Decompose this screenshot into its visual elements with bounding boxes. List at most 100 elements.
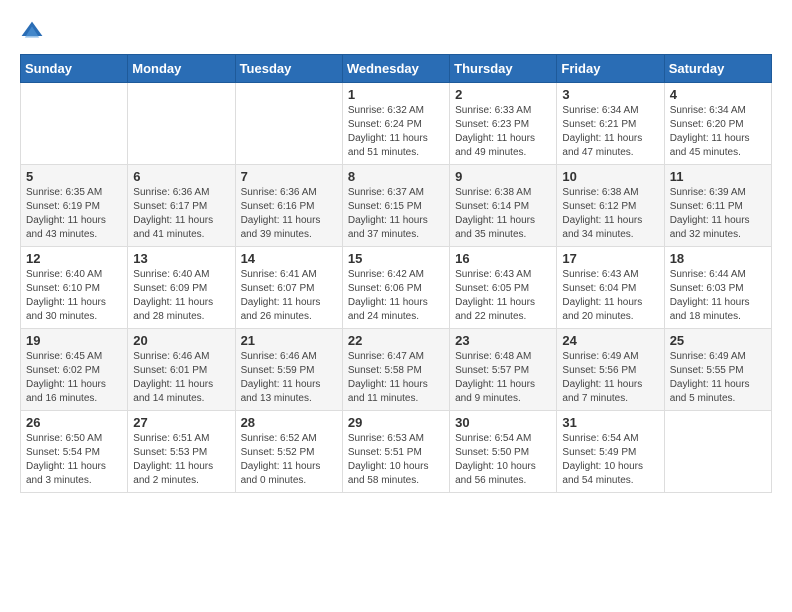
calendar-cell: 15 Sunrise: 6:42 AM Sunset: 6:06 PM Dayli… (342, 247, 449, 329)
day-info: Sunrise: 6:33 AM Sunset: 6:23 PM Dayligh… (455, 104, 551, 160)
day-of-week-header: Thursday (450, 55, 557, 83)
day-info: Sunrise: 6:43 AM Sunset: 6:05 PM Dayligh… (455, 268, 551, 324)
calendar-cell: 4 Sunrise: 6:34 AM Sunset: 6:20 PM Daylig… (664, 83, 771, 165)
calendar-cell: 29 Sunrise: 6:53 AM Sunset: 5:51 PM Dayli… (342, 411, 449, 493)
day-number: 28 (241, 415, 337, 430)
calendar-cell (21, 83, 128, 165)
day-number: 15 (348, 251, 444, 266)
day-number: 5 (26, 169, 122, 184)
calendar-cell: 13 Sunrise: 6:40 AM Sunset: 6:09 PM Dayli… (128, 247, 235, 329)
calendar-cell: 1 Sunrise: 6:32 AM Sunset: 6:24 PM Daylig… (342, 83, 449, 165)
calendar-cell: 7Sunrise: 6:36 AM Sunset: 6:16 PM Daylig… (235, 165, 342, 247)
day-info: Sunrise: 6:49 AM Sunset: 5:55 PM Dayligh… (670, 350, 766, 406)
day-of-week-header: Wednesday (342, 55, 449, 83)
calendar-cell: 10 Sunrise: 6:38 AM Sunset: 6:12 PM Dayli… (557, 165, 664, 247)
calendar-cell: 6 Sunrise: 6:36 AM Sunset: 6:17 PM Daylig… (128, 165, 235, 247)
day-number: 23 (455, 333, 551, 348)
day-info: Sunrise: 6:38 AM Sunset: 6:12 PM Dayligh… (562, 186, 658, 242)
day-number: 3 (562, 87, 658, 102)
day-info: Sunrise: 6:44 AM Sunset: 6:03 PM Dayligh… (670, 268, 766, 324)
calendar-cell: 2 Sunrise: 6:33 AM Sunset: 6:23 PM Daylig… (450, 83, 557, 165)
day-number: 16 (455, 251, 551, 266)
day-of-week-header: Sunday (21, 55, 128, 83)
calendar-cell: 20Sunrise: 6:46 AM Sunset: 6:01 PM Dayli… (128, 329, 235, 411)
day-info: Sunrise: 6:43 AM Sunset: 6:04 PM Dayligh… (562, 268, 658, 324)
day-info: Sunrise: 6:40 AM Sunset: 6:09 PM Dayligh… (133, 268, 229, 324)
day-info: Sunrise: 6:54 AM Sunset: 5:50 PM Dayligh… (455, 432, 551, 488)
calendar-cell: 22 Sunrise: 6:47 AM Sunset: 5:58 PM Dayli… (342, 329, 449, 411)
day-number: 17 (562, 251, 658, 266)
calendar-cell: 25 Sunrise: 6:49 AM Sunset: 5:55 PM Dayli… (664, 329, 771, 411)
day-number: 13 (133, 251, 229, 266)
calendar-week-row: 19 Sunrise: 6:45 AM Sunset: 6:02 PM Dayli… (21, 329, 772, 411)
calendar-cell (235, 83, 342, 165)
day-number: 2 (455, 87, 551, 102)
day-info: Sunrise: 6:36 AM Sunset: 6:17 PM Dayligh… (133, 186, 229, 242)
page-header (20, 20, 772, 44)
calendar-cell: 11 Sunrise: 6:39 AM Sunset: 6:11 PM Dayli… (664, 165, 771, 247)
calendar-cell: 28 Sunrise: 6:52 AM Sunset: 5:52 PM Dayli… (235, 411, 342, 493)
day-info: Sunrise: 6:40 AM Sunset: 6:10 PM Dayligh… (26, 268, 122, 324)
day-number: 29 (348, 415, 444, 430)
calendar-week-row: 12 Sunrise: 6:40 AM Sunset: 6:10 PM Dayli… (21, 247, 772, 329)
day-number: 4 (670, 87, 766, 102)
day-info: Sunrise: 6:45 AM Sunset: 6:02 PM Dayligh… (26, 350, 122, 406)
day-of-week-header: Friday (557, 55, 664, 83)
calendar-cell: 19 Sunrise: 6:45 AM Sunset: 6:02 PM Dayli… (21, 329, 128, 411)
calendar-cell: 21 Sunrise: 6:46 AM Sunset: 5:59 PM Dayli… (235, 329, 342, 411)
calendar-week-row: 1 Sunrise: 6:32 AM Sunset: 6:24 PM Daylig… (21, 83, 772, 165)
day-info: Sunrise: 6:53 AM Sunset: 5:51 PM Dayligh… (348, 432, 444, 488)
calendar-cell: 3 Sunrise: 6:34 AM Sunset: 6:21 PM Daylig… (557, 83, 664, 165)
day-number: 9 (455, 169, 551, 184)
day-info: Sunrise: 6:50 AM Sunset: 5:54 PM Dayligh… (26, 432, 122, 488)
calendar-cell: 27 Sunrise: 6:51 AM Sunset: 5:53 PM Dayli… (128, 411, 235, 493)
calendar-cell: 26 Sunrise: 6:50 AM Sunset: 5:54 PM Dayli… (21, 411, 128, 493)
day-number: 26 (26, 415, 122, 430)
calendar-cell: 16 Sunrise: 6:43 AM Sunset: 6:05 PM Dayli… (450, 247, 557, 329)
calendar-cell: 9Sunrise: 6:38 AM Sunset: 6:14 PM Daylig… (450, 165, 557, 247)
day-number: 18 (670, 251, 766, 266)
day-number: 19 (26, 333, 122, 348)
day-info: Sunrise: 6:54 AM Sunset: 5:49 PM Dayligh… (562, 432, 658, 488)
day-info: Sunrise: 6:52 AM Sunset: 5:52 PM Dayligh… (241, 432, 337, 488)
day-info: Sunrise: 6:35 AM Sunset: 6:19 PM Dayligh… (26, 186, 122, 242)
day-number: 31 (562, 415, 658, 430)
day-of-week-header: Monday (128, 55, 235, 83)
calendar-cell: 23 Sunrise: 6:48 AM Sunset: 5:57 PM Dayli… (450, 329, 557, 411)
day-number: 10 (562, 169, 658, 184)
day-info: Sunrise: 6:51 AM Sunset: 5:53 PM Dayligh… (133, 432, 229, 488)
day-info: Sunrise: 6:37 AM Sunset: 6:15 PM Dayligh… (348, 186, 444, 242)
day-number: 30 (455, 415, 551, 430)
calendar-cell: 5 Sunrise: 6:35 AM Sunset: 6:19 PM Daylig… (21, 165, 128, 247)
day-number: 27 (133, 415, 229, 430)
day-info: Sunrise: 6:42 AM Sunset: 6:06 PM Dayligh… (348, 268, 444, 324)
day-info: Sunrise: 6:34 AM Sunset: 6:21 PM Dayligh… (562, 104, 658, 160)
day-info: Sunrise: 6:36 AM Sunset: 6:16 PM Dayligh… (241, 186, 337, 242)
calendar-cell (128, 83, 235, 165)
day-number: 21 (241, 333, 337, 348)
day-number: 1 (348, 87, 444, 102)
day-of-week-header: Tuesday (235, 55, 342, 83)
calendar-header-row: SundayMondayTuesdayWednesdayThursdayFrid… (21, 55, 772, 83)
calendar-cell: 17 Sunrise: 6:43 AM Sunset: 6:04 PM Dayli… (557, 247, 664, 329)
day-number: 11 (670, 169, 766, 184)
day-info: Sunrise: 6:46 AM Sunset: 6:01 PM Dayligh… (133, 350, 229, 406)
day-number: 22 (348, 333, 444, 348)
day-info: Sunrise: 6:32 AM Sunset: 6:24 PM Dayligh… (348, 104, 444, 160)
calendar-cell: 18 Sunrise: 6:44 AM Sunset: 6:03 PM Dayli… (664, 247, 771, 329)
day-info: Sunrise: 6:41 AM Sunset: 6:07 PM Dayligh… (241, 268, 337, 324)
day-number: 24 (562, 333, 658, 348)
day-number: 25 (670, 333, 766, 348)
calendar-table: SundayMondayTuesdayWednesdayThursdayFrid… (20, 54, 772, 493)
calendar-week-row: 26 Sunrise: 6:50 AM Sunset: 5:54 PM Dayli… (21, 411, 772, 493)
calendar-cell: 8 Sunrise: 6:37 AM Sunset: 6:15 PM Daylig… (342, 165, 449, 247)
day-info: Sunrise: 6:39 AM Sunset: 6:11 PM Dayligh… (670, 186, 766, 242)
day-info: Sunrise: 6:48 AM Sunset: 5:57 PM Dayligh… (455, 350, 551, 406)
day-of-week-header: Saturday (664, 55, 771, 83)
day-info: Sunrise: 6:34 AM Sunset: 6:20 PM Dayligh… (670, 104, 766, 160)
day-info: Sunrise: 6:47 AM Sunset: 5:58 PM Dayligh… (348, 350, 444, 406)
day-number: 6 (133, 169, 229, 184)
day-info: Sunrise: 6:46 AM Sunset: 5:59 PM Dayligh… (241, 350, 337, 406)
day-number: 8 (348, 169, 444, 184)
day-number: 12 (26, 251, 122, 266)
